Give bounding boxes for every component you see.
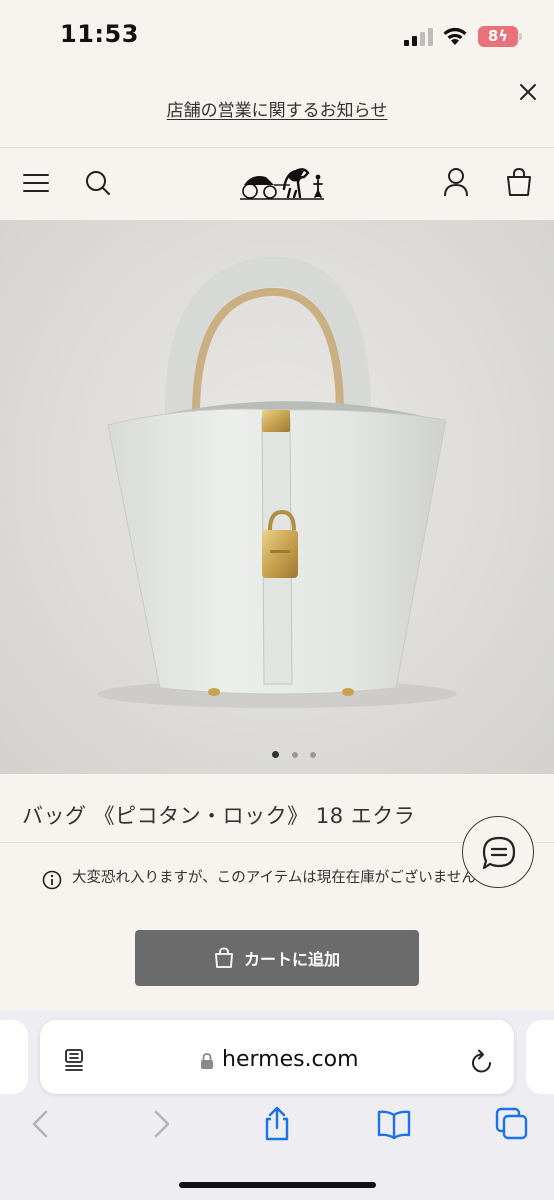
reload-icon[interactable] (470, 1048, 494, 1074)
back-icon[interactable] (24, 1106, 60, 1142)
close-icon[interactable] (516, 80, 540, 104)
reader-mode-icon[interactable] (64, 1048, 86, 1072)
site-header (0, 149, 554, 220)
chat-button[interactable] (462, 816, 534, 888)
add-to-cart-label: カートに追加 (243, 950, 340, 969)
carousel-dot[interactable] (310, 752, 316, 758)
carousel-dots[interactable] (272, 751, 322, 760)
product-info: バッグ 《ピコタン・ロック》 18 エクラ 大変恐れ入りますが、このアイテムは現… (0, 774, 554, 1010)
status-bar: 11:53 8ϟ (0, 0, 554, 72)
cellular-signal-icon (404, 28, 433, 46)
forward-icon[interactable] (142, 1106, 178, 1142)
browser-toolbar (0, 1100, 554, 1160)
url-text[interactable]: hermes.com (222, 1047, 359, 1072)
product-image (97, 256, 457, 708)
shopping-bag-icon (215, 947, 233, 968)
home-indicator[interactable] (179, 1182, 376, 1188)
search-icon[interactable] (84, 169, 112, 197)
chat-bubble-icon (482, 836, 516, 870)
info-icon (42, 870, 62, 890)
add-to-cart-button[interactable]: カートに追加 (135, 930, 419, 986)
share-icon[interactable] (259, 1106, 295, 1142)
user-icon[interactable] (443, 167, 469, 197)
notice-banner: 店舗の営業に関するお知らせ (0, 72, 554, 148)
store-notice-link[interactable]: 店舗の営業に関するお知らせ (167, 101, 388, 121)
charging-bolt-icon: ϟ (498, 27, 509, 45)
lock-icon (201, 1053, 213, 1069)
hamburger-icon[interactable] (22, 171, 50, 195)
tabs-icon[interactable] (494, 1106, 530, 1142)
carriage-logo-icon[interactable] (238, 163, 326, 203)
carousel-dot[interactable] (272, 751, 279, 758)
product-image-carousel[interactable] (0, 220, 554, 774)
carousel-dot[interactable] (292, 752, 298, 758)
bookmarks-icon[interactable] (376, 1106, 412, 1142)
status-time: 11:53 (60, 20, 139, 48)
wifi-icon (443, 27, 467, 45)
next-tab-preview[interactable] (526, 1020, 554, 1094)
previous-tab-preview[interactable] (0, 1020, 28, 1094)
battery-level: 8 (487, 27, 499, 45)
address-bar[interactable]: hermes.com (40, 1020, 514, 1094)
battery-tip (519, 33, 522, 40)
product-title: バッグ 《ピコタン・ロック》 18 エクラ (22, 804, 416, 828)
out-of-stock-message: 大変恐れ入りますが、このアイテムは現在在庫がございません (72, 870, 476, 886)
browser-chrome: hermes.com (0, 1010, 554, 1200)
shopping-bag-icon[interactable] (505, 167, 533, 197)
battery-indicator: 8ϟ (478, 26, 518, 47)
